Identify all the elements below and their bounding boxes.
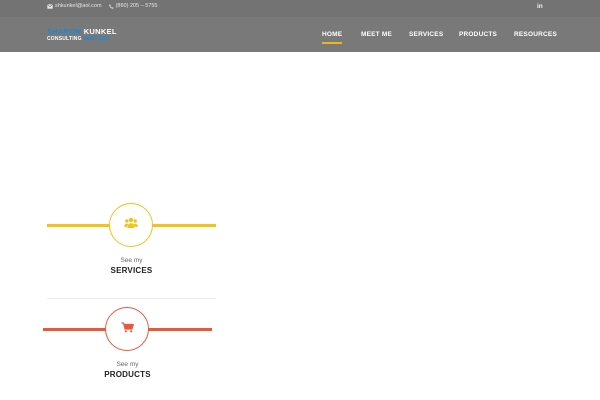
products-icon-circle[interactable] bbox=[105, 307, 149, 351]
services-icon-circle[interactable] bbox=[109, 203, 153, 247]
section-divider bbox=[47, 298, 216, 299]
users-icon bbox=[124, 216, 138, 234]
envelope-icon bbox=[47, 3, 53, 9]
phone-icon bbox=[108, 3, 114, 9]
nav-item-resources[interactable]: RESOURCES bbox=[514, 31, 557, 38]
nav-item-home[interactable]: HOME bbox=[322, 31, 343, 44]
contact-info: shkunkel@aol.com (860) 205 – 5755 bbox=[47, 3, 157, 9]
nav-item-products[interactable]: PRODUCTS bbox=[459, 31, 497, 38]
products-caption: See my bbox=[116, 361, 139, 368]
top-bar: shkunkel@aol.com (860) 205 – 5755 in bbox=[0, 0, 600, 17]
phone-link[interactable]: (860) 205 – 5755 bbox=[108, 3, 158, 9]
linkedin-icon[interactable]: in bbox=[537, 3, 543, 10]
services-title[interactable]: SERVICES bbox=[47, 266, 216, 275]
email-text: shkunkel@aol.com bbox=[55, 3, 102, 9]
nav-item-services[interactable]: SERVICES bbox=[409, 31, 443, 38]
email-link[interactable]: shkunkel@aol.com bbox=[47, 3, 102, 9]
main-nav: HOME MEET ME SERVICES PRODUCTS RESOURCES bbox=[0, 31, 600, 44]
nav-item-meet-me[interactable]: MEET ME bbox=[361, 31, 392, 38]
cart-icon bbox=[121, 320, 134, 338]
services-caption: See my bbox=[120, 257, 143, 264]
products-title[interactable]: PRODUCTS bbox=[43, 370, 212, 379]
phone-text: (860) 205 – 5755 bbox=[115, 3, 158, 9]
site-header: shkunkel@aol.com (860) 205 – 5755 in SHA… bbox=[0, 0, 600, 52]
